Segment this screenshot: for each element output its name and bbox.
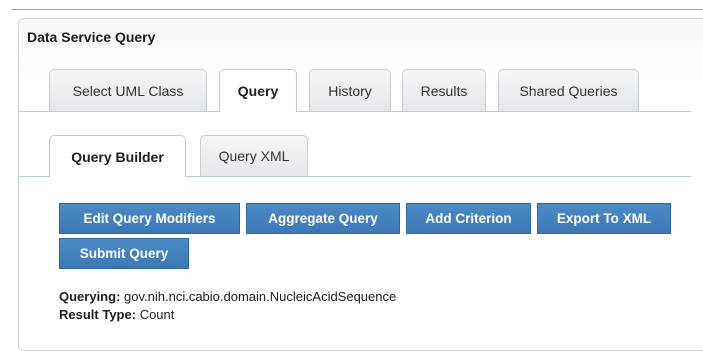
sub-tab-bar: Query Builder Query XML	[19, 135, 691, 177]
tab-results[interactable]: Results	[402, 69, 486, 111]
result-type-value: Count	[139, 307, 175, 322]
panel-title: Data Service Query	[27, 29, 156, 45]
result-type-label: Result Type:	[59, 307, 137, 322]
edit-query-modifiers-button[interactable]: Edit Query Modifiers	[59, 203, 240, 234]
tab-query[interactable]: Query	[219, 69, 297, 112]
submit-query-button[interactable]: Submit Query	[59, 238, 189, 269]
tab-shared-queries[interactable]: Shared Queries	[498, 69, 639, 111]
querying-line: Querying: gov.nih.nci.cabio.domain.Nucle…	[59, 289, 396, 304]
add-criterion-button[interactable]: Add Criterion	[406, 203, 531, 234]
result-type-line: Result Type: Count	[59, 307, 174, 322]
data-service-query-panel: Data Service Query Select UML Class Quer…	[18, 18, 703, 351]
tab-select-uml-class[interactable]: Select UML Class	[49, 69, 207, 111]
tab-history[interactable]: History	[309, 69, 391, 111]
aggregate-query-button[interactable]: Aggregate Query	[246, 203, 400, 234]
main-tab-bar: Select UML Class Query History Results S…	[19, 69, 691, 112]
querying-value: gov.nih.nci.cabio.domain.NucleicAcidSequ…	[124, 289, 397, 304]
tab-query-builder[interactable]: Query Builder	[49, 135, 186, 177]
export-to-xml-button[interactable]: Export To XML	[537, 203, 671, 234]
top-divider	[12, 9, 703, 10]
tab-query-xml[interactable]: Query XML	[200, 135, 308, 176]
querying-label: Querying:	[59, 289, 121, 304]
